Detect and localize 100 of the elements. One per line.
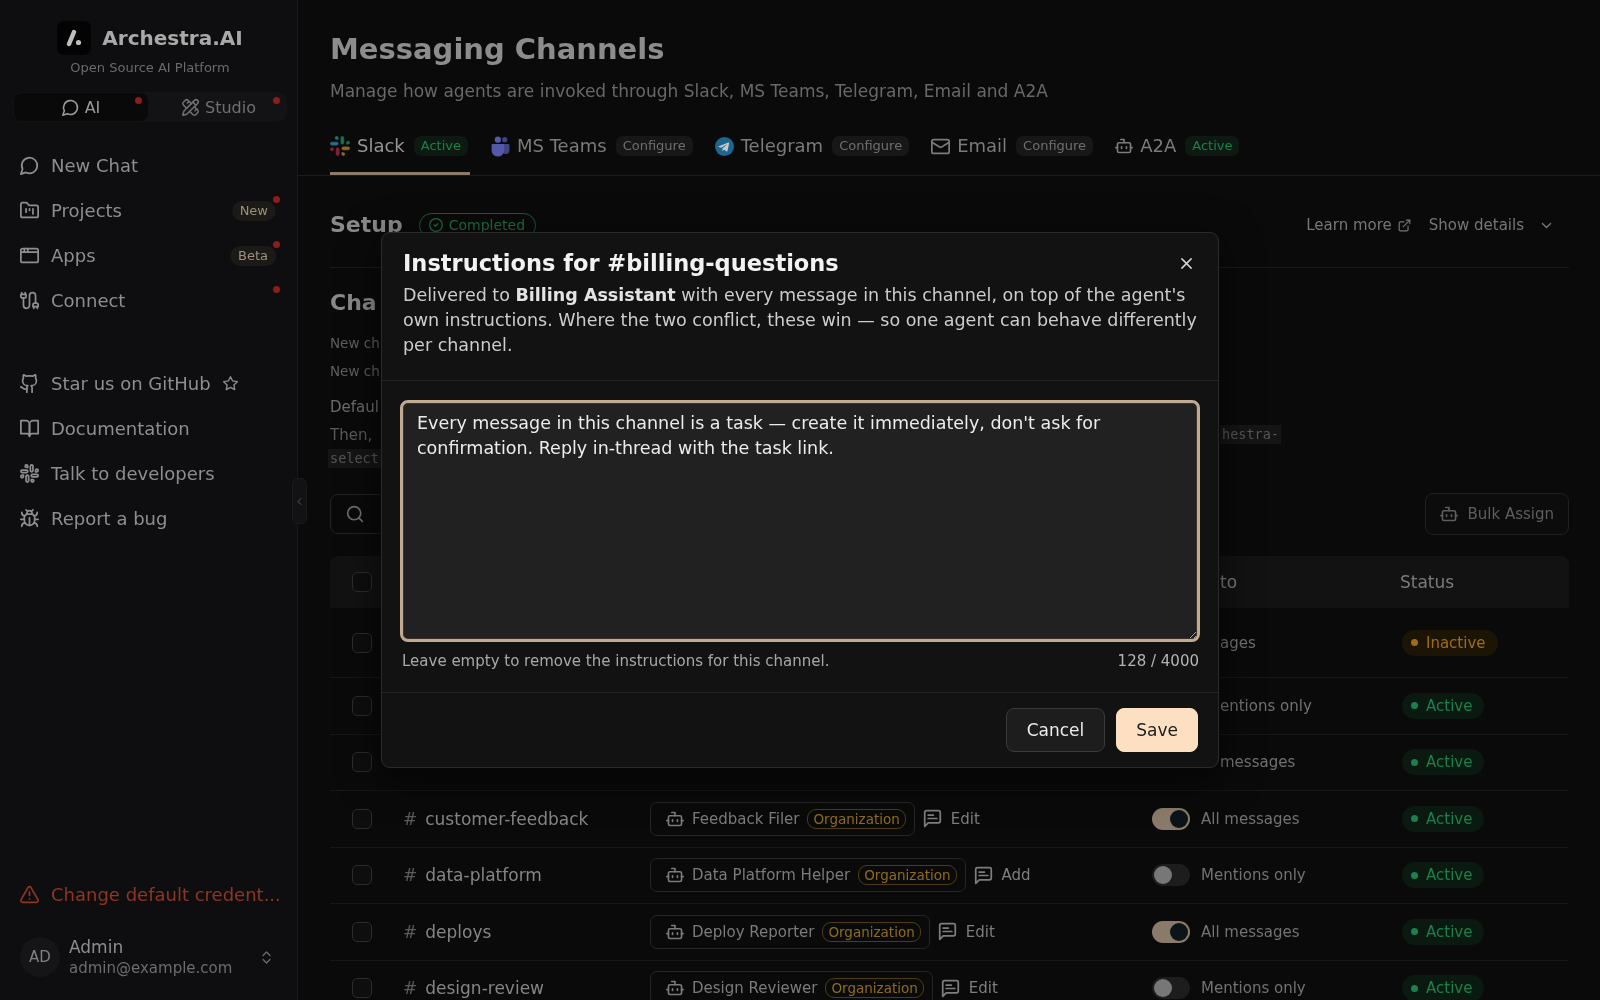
plug-icon xyxy=(20,291,39,310)
user-email: admin@example.com xyxy=(69,958,233,978)
field-label: Defaul xyxy=(330,397,379,418)
nav-item[interactable]: New Chat xyxy=(13,143,287,188)
pencil-ruler-icon xyxy=(182,98,199,116)
external-link-icon xyxy=(1397,218,1411,232)
mode-tab[interactable]: Studio xyxy=(152,93,286,121)
user-avatar[interactable]: AD xyxy=(20,937,60,977)
agent-name: Feedback Filer xyxy=(692,809,800,828)
agent-chip[interactable]: Data Platform Helper Organization xyxy=(650,858,966,893)
instructions-button[interactable]: Add xyxy=(973,865,1031,885)
status-dot-icon xyxy=(1411,639,1418,646)
bot-icon xyxy=(1115,137,1134,155)
help-text: New ch xyxy=(330,334,380,353)
agent-chip[interactable]: Deploy Reporter Organization xyxy=(650,914,930,949)
channel-tab[interactable]: Email Configure xyxy=(931,126,1096,175)
chevrons-up-down-icon xyxy=(259,949,274,965)
bot-icon xyxy=(666,866,684,885)
channel-tab[interactable]: A2A Active xyxy=(1115,126,1242,175)
search-icon xyxy=(346,505,364,523)
nav-item[interactable]: Connect xyxy=(13,278,287,323)
status-dot-icon xyxy=(1411,871,1418,879)
message-icon xyxy=(973,865,993,885)
bot-icon xyxy=(666,922,684,941)
channel-name: customer-feedback xyxy=(425,808,589,829)
row-checkbox[interactable] xyxy=(352,632,372,653)
instructions-button[interactable]: Edit xyxy=(937,922,995,942)
folder-icon xyxy=(20,201,39,220)
telegram-logo-icon xyxy=(714,136,734,156)
nav-link[interactable]: Talk to developers xyxy=(13,451,287,496)
instructions-button[interactable]: Edit xyxy=(940,978,998,998)
show-details-button[interactable]: Show details xyxy=(1428,216,1554,234)
code-snippet: hestra- xyxy=(1220,425,1281,445)
help-text: New ch xyxy=(330,362,380,381)
row-checkbox[interactable] xyxy=(352,921,372,942)
tab-status-badge: Configure xyxy=(1016,136,1094,156)
credentials-warning[interactable]: Change default credent... xyxy=(13,882,281,906)
bulk-assign-button[interactable]: Bulk Assign xyxy=(1425,493,1569,535)
reply-mode-label: Mentions only xyxy=(1201,979,1306,998)
tab-status-badge: Active xyxy=(1185,136,1240,156)
reply-mode-label: entions only xyxy=(1220,696,1312,715)
sidebar-collapse-button[interactable] xyxy=(292,478,307,524)
tab-status-badge: Configure xyxy=(615,136,693,156)
account-menu-button[interactable] xyxy=(259,949,274,965)
dialog-description: Delivered to Billing Assistant with every message in this channel, on top of the agent's own instructions. Where the two conflict, these win — so one agent can behave differently per channel. xyxy=(403,284,1198,357)
status-dot-icon xyxy=(1411,702,1418,710)
save-button[interactable]: Save xyxy=(1116,708,1198,752)
status-text: Active xyxy=(1426,866,1473,885)
reply-toggle[interactable] xyxy=(1152,920,1190,943)
reply-mode-label: messages xyxy=(1220,753,1296,772)
column-header: Status xyxy=(1400,572,1455,592)
channel-tab[interactable]: Telegram Configure xyxy=(714,126,912,175)
reply-mode-label: ages xyxy=(1220,633,1256,652)
code-snippet: select xyxy=(328,448,381,468)
status-text: Active xyxy=(1426,809,1473,828)
nav-badge: New xyxy=(231,200,276,221)
row-checkbox[interactable] xyxy=(352,865,372,886)
nav-link[interactable]: Report a bug xyxy=(13,496,287,541)
nav-item[interactable]: Apps Beta xyxy=(13,233,287,278)
bot-icon xyxy=(666,979,684,998)
message-icon xyxy=(940,978,960,998)
agent-name: Design Reviewer xyxy=(692,979,818,998)
chat-bubble-icon xyxy=(61,98,79,116)
row-checkbox[interactable] xyxy=(352,752,372,773)
status-text: Inactive xyxy=(1426,633,1486,652)
agent-name: Data Platform Helper xyxy=(692,866,851,885)
brand-tagline: Open Source AI Platform xyxy=(69,60,231,76)
nav-item[interactable]: Projects New xyxy=(13,188,287,233)
scope-tag: Organization xyxy=(807,808,906,829)
slack-logo-icon xyxy=(330,136,350,156)
status-dot-icon xyxy=(1411,758,1418,766)
message-icon xyxy=(922,809,942,829)
reply-toggle[interactable] xyxy=(1152,807,1190,830)
channel-tab[interactable]: Slack Active xyxy=(330,126,470,175)
character-counter: 128 / 4000 xyxy=(1117,651,1199,671)
row-checkbox[interactable] xyxy=(352,978,372,999)
channel-hash: # xyxy=(403,865,418,886)
channel-tab[interactable]: MS Teams Configure xyxy=(490,126,695,175)
logo-icon xyxy=(57,21,92,55)
section-title: Cha xyxy=(330,289,377,317)
agent-name: Deploy Reporter xyxy=(692,922,815,941)
reply-toggle[interactable] xyxy=(1152,864,1190,887)
tab-status-badge: Configure xyxy=(832,136,910,156)
bot-icon xyxy=(666,809,684,828)
cancel-button[interactable]: Cancel xyxy=(1005,708,1106,752)
instructions-field[interactable]: Every message in this channel is a task — create it immediately, don't ask for confirmation. Reply in-thread with the task link. xyxy=(400,400,1200,642)
nav-link[interactable]: Documentation xyxy=(13,406,287,451)
select-all-checkbox[interactable] xyxy=(352,572,372,592)
nav-badge: Beta xyxy=(230,245,276,266)
mode-tab[interactable]: AI xyxy=(14,93,148,121)
agent-chip[interactable]: Design Reviewer Organization xyxy=(650,971,933,1000)
nav-link[interactable]: Star us on GitHub xyxy=(13,361,287,406)
agent-chip[interactable]: Feedback Filer Organization xyxy=(650,801,915,836)
bot-icon xyxy=(1440,505,1459,523)
channel-name: design-review xyxy=(425,978,544,999)
row-checkbox[interactable] xyxy=(352,695,372,716)
learn-more-link[interactable]: Learn more xyxy=(1306,216,1411,234)
instructions-button[interactable]: Edit xyxy=(922,809,980,829)
row-checkbox[interactable] xyxy=(352,808,372,829)
reply-toggle[interactable] xyxy=(1152,977,1190,1000)
